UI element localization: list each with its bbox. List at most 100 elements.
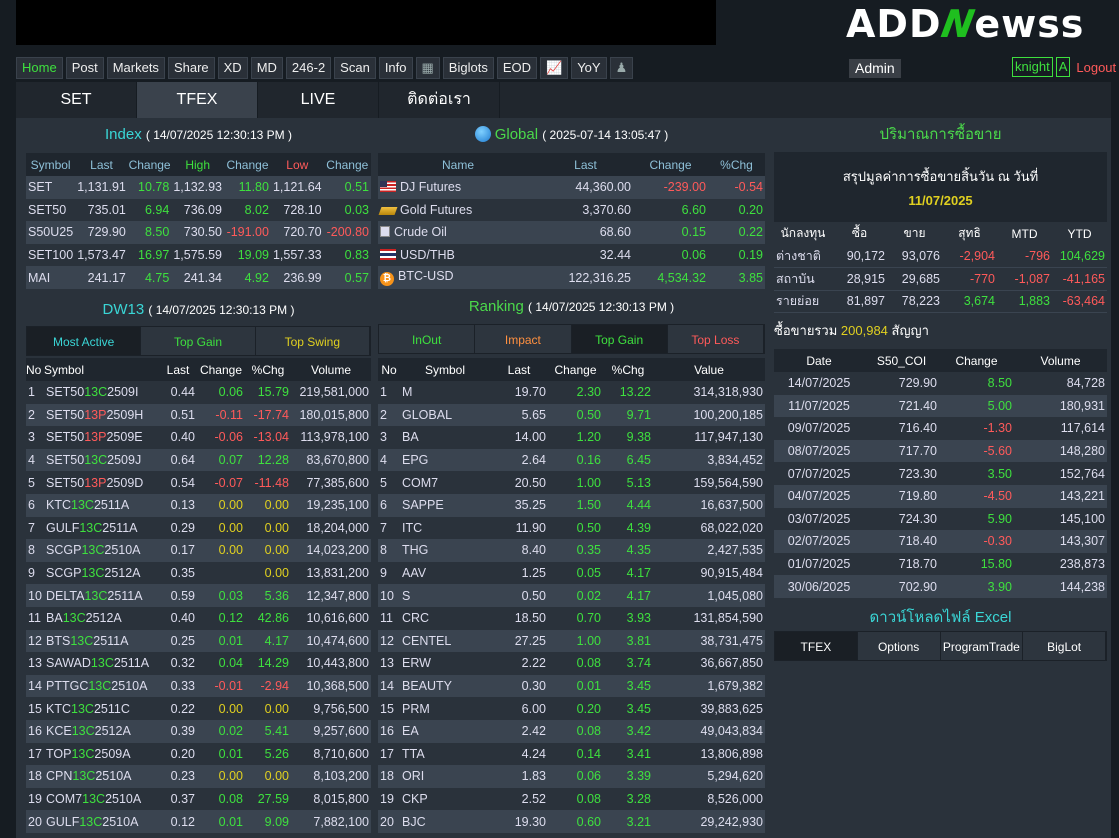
ranking-row[interactable]: 20 BJC 19.30 0.60 3.21 29,242,930	[378, 810, 765, 833]
ranking-cell: SAPPE	[400, 493, 490, 517]
global-row[interactable]: DJ Futures 44,360.00 -239.00 -0.54	[378, 176, 765, 199]
investor-header: MTD	[997, 222, 1052, 245]
menu-post[interactable]: Post	[65, 57, 104, 79]
dw-symbol-part: KCE	[46, 724, 72, 739]
tab-0[interactable]: SET	[16, 82, 137, 118]
dw-row[interactable]: 12 BTS13C2511A 0.25 0.01 4.17 10,474,600	[26, 629, 371, 653]
dw-row[interactable]: 2 SET5013P2509H 0.51 -0.11 -17.74 180,015,800	[26, 403, 371, 427]
dw-symbol-part: 13C	[81, 566, 105, 581]
tab-3[interactable]: ติดต่อเรา	[379, 82, 500, 118]
global-name-cell: DJ Futures	[378, 176, 538, 199]
index-cell: 729.90	[75, 221, 128, 244]
ranking-buttons-0[interactable]: InOut	[379, 325, 476, 353]
ranking-row[interactable]: 17 TTA 4.24 0.14 3.41 13,806,898	[378, 743, 765, 766]
dw-row[interactable]: 19 COM713C2510A 0.37 0.08 27.59 8,015,800	[26, 788, 371, 811]
thai-flag-icon	[380, 249, 396, 261]
dw-row[interactable]: 20 GULF13C2510A 0.12 0.01 9.09 7,882,100	[26, 810, 371, 833]
menu-xd[interactable]: XD	[217, 57, 248, 79]
dw-row[interactable]: 14 PTTGC13C2510A 0.33 -0.01 -2.94 10,368,500	[26, 674, 371, 698]
tab-2[interactable]: LIVE	[258, 82, 379, 118]
ranking-row[interactable]: 11 CRC 18.50 0.70 3.93 131,854,590	[378, 607, 765, 630]
ranking-buttons-1[interactable]: Impact	[475, 325, 572, 353]
dw-symbol-part: 13C	[71, 701, 94, 716]
global-row[interactable]: ₿ BTC-USD 122,316.25 4,534.32 3.85	[378, 266, 765, 289]
menu-home[interactable]: Home	[16, 57, 63, 79]
global-row[interactable]: Gold Futures 3,370.60 6.60 0.20	[378, 199, 765, 222]
ranking-row[interactable]: 13 ERW 2.22 0.08 3.74 36,667,850	[378, 652, 765, 675]
dw-row[interactable]: 6 KTC13C2511A 0.13 0.00 0.00 19,235,100	[26, 493, 371, 517]
dw-row[interactable]: 17 TOP13C2509A 0.20 0.01 5.26 8,710,600	[26, 743, 371, 766]
dw-cell: 0.00	[264, 701, 289, 716]
dw-row[interactable]: 8 SCGP13C2510A 0.17 0.00 0.00 14,023,200	[26, 539, 371, 562]
dw-row[interactable]: 18 CPN13C2510A 0.23 0.00 0.00 8,103,200	[26, 765, 371, 788]
tab-1[interactable]: TFEX	[137, 82, 258, 118]
ranking-row[interactable]: 5 COM7 20.50 1.00 5.13 159,564,590	[378, 471, 765, 494]
dw-cell: 0.59	[159, 584, 197, 607]
dw-buttons-0[interactable]: Most Active	[27, 327, 142, 355]
dw-row[interactable]: 16 KCE13C2512A 0.39 0.02 5.41 9,257,600	[26, 719, 371, 743]
dw-row[interactable]: 10 DELTA13C2511A 0.59 0.03 5.36 12,347,800	[26, 584, 371, 607]
volume-download_buttons-2[interactable]: ProgramTrade	[940, 632, 1024, 660]
history-cell: 08/07/2025	[774, 439, 864, 463]
index-row[interactable]: MAI 241.17 4.75 241.34 4.92 236.99 0.57	[26, 266, 371, 289]
global-row[interactable]: Crude Oil 68.60 0.15 0.22	[378, 221, 765, 244]
person-icon[interactable]: ♟	[609, 57, 634, 79]
volume-download_buttons-3[interactable]: BigLot	[1023, 632, 1106, 660]
ranking-row[interactable]: 12 CENTEL 27.25 1.00 3.81 38,731,475	[378, 629, 765, 653]
ranking-row[interactable]: 19 CKP 2.52 0.08 3.28 8,526,000	[378, 788, 765, 811]
calendar-icon[interactable]: ▦	[415, 57, 440, 79]
logout-link[interactable]: Logout	[1076, 60, 1116, 75]
menu-biglots[interactable]: Biglots	[442, 57, 494, 79]
menu-eod[interactable]: EOD	[496, 57, 537, 79]
ranking-row[interactable]: 10 S 0.50 0.02 4.17 1,045,080	[378, 584, 765, 607]
index-row[interactable]: SET 1,131.91 10.78 1,132.93 11.80 1,121.64 0.5…	[26, 176, 371, 199]
dw-row[interactable]: 7 GULF13C2511A 0.29 0.00 0.00 18,204,000	[26, 517, 371, 540]
menu-md[interactable]: MD	[250, 57, 283, 79]
index-row[interactable]: S50U25 729.90 8.50 730.50 -191.00 720.70 -200.…	[26, 221, 371, 244]
ranking-row[interactable]: 1 M 19.70 2.30 13.22 314,318,930	[378, 381, 765, 404]
ranking-buttons-3[interactable]: Top Loss	[667, 325, 764, 353]
ranking-row[interactable]: 6 SAPPE 35.25 1.50 4.44 16,637,500	[378, 493, 765, 517]
dw-buttons-2[interactable]: Top Swing	[255, 327, 370, 355]
username[interactable]: knight	[1012, 57, 1053, 77]
dw-row[interactable]: 11 BA13C2512A 0.40 0.12 42.86 10,616,600	[26, 607, 371, 630]
menu-scan[interactable]: Scan	[334, 57, 376, 79]
ranking-row[interactable]: 4 EPG 2.64 0.16 6.45 3,834,452	[378, 448, 765, 472]
dw-symbol: KCE13C2512A	[44, 719, 159, 743]
ranking-header: No	[378, 358, 400, 381]
dw-row[interactable]: 4 SET5013C2509J 0.64 0.07 12.28 83,670,800	[26, 448, 371, 472]
menu-markets[interactable]: Markets	[106, 57, 165, 79]
ranking-buttons-2[interactable]: Top Gain	[571, 325, 668, 353]
menu-info[interactable]: Info	[378, 57, 413, 79]
menu-yoy[interactable]: YoY	[571, 57, 607, 79]
volume-download_buttons-0[interactable]: TFEX	[775, 632, 858, 660]
ranking-row[interactable]: 18 ORI 1.83 0.06 3.39 5,294,620	[378, 765, 765, 788]
dw-row[interactable]: 15 KTC13C2511C 0.22 0.00 0.00 9,756,500	[26, 697, 371, 720]
index-row[interactable]: SET100 1,573.47 16.97 1,575.59 19.09 1,557.33…	[26, 244, 371, 267]
dw-row[interactable]: 13 SAWAD13C2511A 0.32 0.04 14.29 10,443,800	[26, 652, 371, 675]
ranking-row[interactable]: 3 BA 14.00 1.20 9.38 117,947,130	[378, 426, 765, 449]
dw-row[interactable]: 5 SET5013P2509D 0.54 -0.07 -11.48 77,385,600	[26, 471, 371, 494]
dw-row[interactable]: 1 SET5013C2509I 0.44 0.06 15.79 219,581,000	[26, 381, 371, 404]
index-row[interactable]: SET50 735.01 6.94 736.09 8.02 728.10 0.03	[26, 199, 371, 222]
ranking-row[interactable]: 16 EA 2.42 0.08 3.42 49,043,834	[378, 719, 765, 743]
ranking-row[interactable]: 9 AAV 1.25 0.05 4.17 90,915,484	[378, 562, 765, 585]
chart-icon[interactable]: 📈	[540, 57, 569, 79]
ranking-row[interactable]: 7 ITC 11.90 0.50 4.39 68,022,020	[378, 517, 765, 540]
dw-row[interactable]: 9 SCGP13C2512A 0.35 0.00 13,831,200	[26, 562, 371, 585]
site-logo[interactable]: ADDNewss	[846, 2, 1084, 46]
dw-buttons-1[interactable]: Top Gain	[141, 327, 256, 355]
dw-symbol-part: 13P	[84, 430, 107, 445]
ranking-row[interactable]: 2 GLOBAL 5.65 0.50 9.71 100,200,185	[378, 403, 765, 427]
volume-download_buttons-1[interactable]: Options	[857, 632, 941, 660]
ranking-row[interactable]: 14 BEAUTY 0.30 0.01 3.45 1,679,382	[378, 674, 765, 698]
menu-share[interactable]: Share	[167, 57, 215, 79]
dw-row[interactable]: 3 SET5013P2509E 0.40 -0.06 -13.04 113,978,100	[26, 426, 371, 449]
ranking-cell: 8	[378, 539, 400, 562]
ranking-row[interactable]: 8 THG 8.40 0.35 4.35 2,427,535	[378, 539, 765, 562]
global-row[interactable]: USD/THB 32.44 0.06 0.19	[378, 244, 765, 267]
menu-246-2[interactable]: 246-2	[285, 57, 332, 79]
dw-symbol-part: SCGP	[46, 543, 82, 558]
admin-button[interactable]: Admin	[849, 59, 901, 78]
ranking-row[interactable]: 15 PRM 6.00 0.20 3.45 39,883,625	[378, 697, 765, 720]
